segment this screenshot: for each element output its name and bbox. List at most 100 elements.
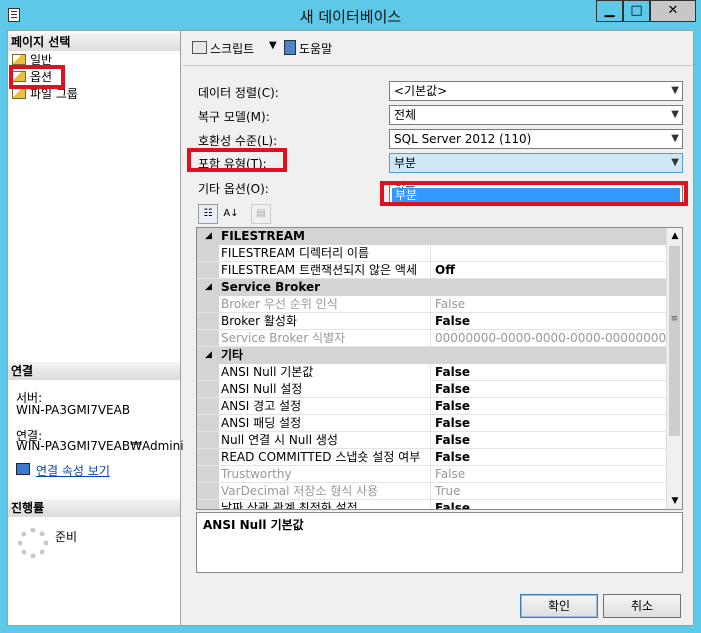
collapse-icon[interactable]: ◢ — [205, 279, 212, 296]
property-pages-icon[interactable]: ▤ — [251, 204, 271, 224]
property-row[interactable]: Null 연결 시 Null 생성 False — [197, 432, 667, 449]
nav-item-label: 파일 그룹 — [30, 87, 78, 101]
dialog-client-area: 페이지 선택 일반 옵션 파일 그룹 연결 서버: WIN-PA3GMI7VEA… — [7, 30, 694, 626]
script-dropdown-icon[interactable]: ▼ — [269, 40, 277, 51]
script-icon[interactable] — [192, 41, 207, 54]
property-grid-scrollbar[interactable]: ▲ ≡ ▼ — [666, 228, 682, 509]
property-name: Broker 우선 순위 인식 — [221, 296, 431, 313]
property-grid-rows: ◢ FILESTREAM FILESTREAM 디렉터리 이름 FILESTREA… — [197, 228, 667, 509]
help-icon[interactable] — [284, 40, 296, 55]
property-value[interactable]: Off — [435, 262, 667, 279]
progress-status: 준비 — [55, 530, 78, 544]
property-name: ANSI Null 기본값 — [221, 364, 431, 381]
recovery-model-value: 전체 — [394, 108, 417, 122]
property-name: FILESTREAM 트랜잭션되지 않은 액세 — [221, 262, 431, 279]
script-button[interactable]: 스크립트 — [210, 40, 254, 57]
property-row[interactable]: READ COMMITTED 스냅숏 설정 여부 False — [197, 449, 667, 466]
other-options-label: 기타 옵션(O): — [198, 182, 269, 196]
containment-type-value: 부분 — [394, 156, 417, 170]
property-name: FILESTREAM 디렉터리 이름 — [221, 245, 431, 262]
view-connection-properties-link[interactable]: 연결 속성 보기 — [36, 462, 110, 479]
scroll-up-icon[interactable]: ▲ — [667, 228, 682, 244]
property-value[interactable]: False — [435, 313, 667, 330]
property-row[interactable]: FILESTREAM 트랜잭션되지 않은 액세 Off — [197, 262, 667, 279]
property-value[interactable]: False — [435, 415, 667, 432]
containment-type-select[interactable]: 부분 ▼ — [389, 153, 683, 173]
help-button[interactable]: 도움말 — [299, 40, 332, 57]
categorized-view-icon[interactable]: ☷ — [198, 204, 218, 224]
ok-button[interactable]: 확인 — [520, 594, 598, 618]
property-name: READ COMMITTED 스냅숏 설정 여부 — [221, 449, 431, 466]
maximize-button[interactable]: □ — [623, 0, 650, 22]
property-row[interactable]: ANSI Null 설정 False — [197, 381, 667, 398]
pages-header: 페이지 선택 — [8, 33, 180, 51]
property-value[interactable]: False — [435, 432, 667, 449]
page-icon — [12, 54, 26, 65]
options-highlight-box — [9, 65, 65, 89]
property-row[interactable]: Broker 활성화 False — [197, 313, 667, 330]
property-row[interactable]: VarDecimal 저장소 형식 사용 True — [197, 483, 667, 500]
property-value[interactable]: False — [435, 381, 667, 398]
property-name: ANSI 경고 설정 — [221, 398, 431, 415]
compatibility-level-label: 호환성 수준(L): — [198, 134, 278, 148]
close-button[interactable]: ✕ — [650, 0, 696, 22]
property-name: Broker 활성화 — [221, 313, 431, 330]
property-name: ANSI 패딩 설정 — [221, 415, 431, 432]
property-row-selected[interactable]: ANSI Null 기본값 False — [197, 364, 667, 381]
scrollbar-thumb[interactable] — [669, 246, 680, 436]
property-value: False — [435, 297, 466, 311]
property-row[interactable]: Broker 우선 순위 인식 False — [197, 296, 667, 313]
property-row[interactable]: ANSI 경고 설정 False — [197, 398, 667, 415]
compatibility-level-select[interactable]: SQL Server 2012 (110) ▼ — [389, 129, 683, 149]
collation-select[interactable]: <기본값> ▼ — [389, 81, 683, 101]
alphabetical-sort-icon[interactable]: A↓ — [221, 204, 241, 224]
property-name: Trustworthy — [221, 466, 431, 483]
page-icon — [12, 88, 26, 99]
chevron-down-icon: ▼ — [671, 85, 679, 96]
recovery-model-select[interactable]: 전체 ▼ — [389, 105, 683, 125]
compatibility-level-value: SQL Server 2012 (110) — [394, 132, 532, 146]
property-value: True — [435, 484, 461, 498]
property-name: Service Broker 식별자 — [221, 330, 431, 347]
toolbar: 스크립트 ▼ 도움말 — [183, 31, 693, 61]
property-row[interactable]: Service Broker 식별자 00000000-0000-0000-000… — [197, 330, 667, 347]
property-description: ANSI Null 기본값 — [196, 512, 683, 573]
collapse-icon[interactable]: ◢ — [205, 347, 212, 364]
title-bar[interactable]: 새 데이터베이스 ▁ □ ✕ — [0, 0, 701, 30]
property-value[interactable]: False — [435, 500, 667, 509]
containment-label-highlight-box — [187, 148, 287, 172]
collapse-icon[interactable]: ◢ — [205, 228, 212, 245]
property-name: 날짜 상관 관계 최적화 설정 — [221, 500, 431, 509]
chevron-down-icon: ▼ — [671, 157, 679, 168]
progress-spinner-icon — [18, 528, 48, 558]
property-grid[interactable]: ◢ FILESTREAM FILESTREAM 디렉터리 이름 FILESTREA… — [196, 227, 683, 510]
recovery-model-label: 복구 모델(M): — [198, 110, 270, 124]
left-panel: 페이지 선택 일반 옵션 파일 그룹 연결 서버: WIN-PA3GMI7VEA… — [8, 31, 184, 625]
category-service-broker[interactable]: ◢ Service Broker — [197, 279, 667, 296]
scroll-down-icon[interactable]: ▼ — [667, 493, 682, 509]
category-filestream[interactable]: ◢ FILESTREAM — [197, 228, 667, 245]
property-value[interactable]: False — [435, 364, 667, 381]
property-value[interactable]: False — [435, 449, 667, 466]
collation-label: 데이터 정렬(C): — [198, 86, 279, 100]
property-value: False — [435, 467, 466, 481]
cancel-button[interactable]: 취소 — [603, 594, 681, 618]
minimize-button[interactable]: ▁ — [596, 0, 623, 22]
property-row[interactable]: ANSI 패딩 설정 False — [197, 415, 667, 432]
property-value[interactable] — [435, 245, 667, 262]
property-row[interactable]: Trustworthy False — [197, 466, 667, 483]
dialog-window: 새 데이터베이스 ▁ □ ✕ 페이지 선택 일반 옵션 파일 그룹 연결 서버:… — [0, 0, 701, 633]
toolbar-divider — [183, 65, 693, 66]
property-row[interactable]: 날짜 상관 관계 최적화 설정 False — [197, 500, 667, 509]
connection-value: WIN-PA3GMI7VEAB₩Admini — [16, 439, 184, 453]
property-name: VarDecimal 저장소 형식 사용 — [221, 483, 431, 500]
category-label: 기타 — [221, 348, 244, 362]
property-value[interactable]: False — [435, 398, 667, 415]
chevron-down-icon: ▼ — [671, 133, 679, 144]
category-label: Service Broker — [221, 280, 321, 294]
property-row[interactable]: FILESTREAM 디렉터리 이름 — [197, 245, 667, 262]
category-misc[interactable]: ◢ 기타 — [197, 347, 667, 364]
progress-header: 진행률 — [8, 499, 180, 517]
partial-option-highlight-box — [380, 181, 688, 206]
connection-properties-icon — [16, 463, 30, 475]
